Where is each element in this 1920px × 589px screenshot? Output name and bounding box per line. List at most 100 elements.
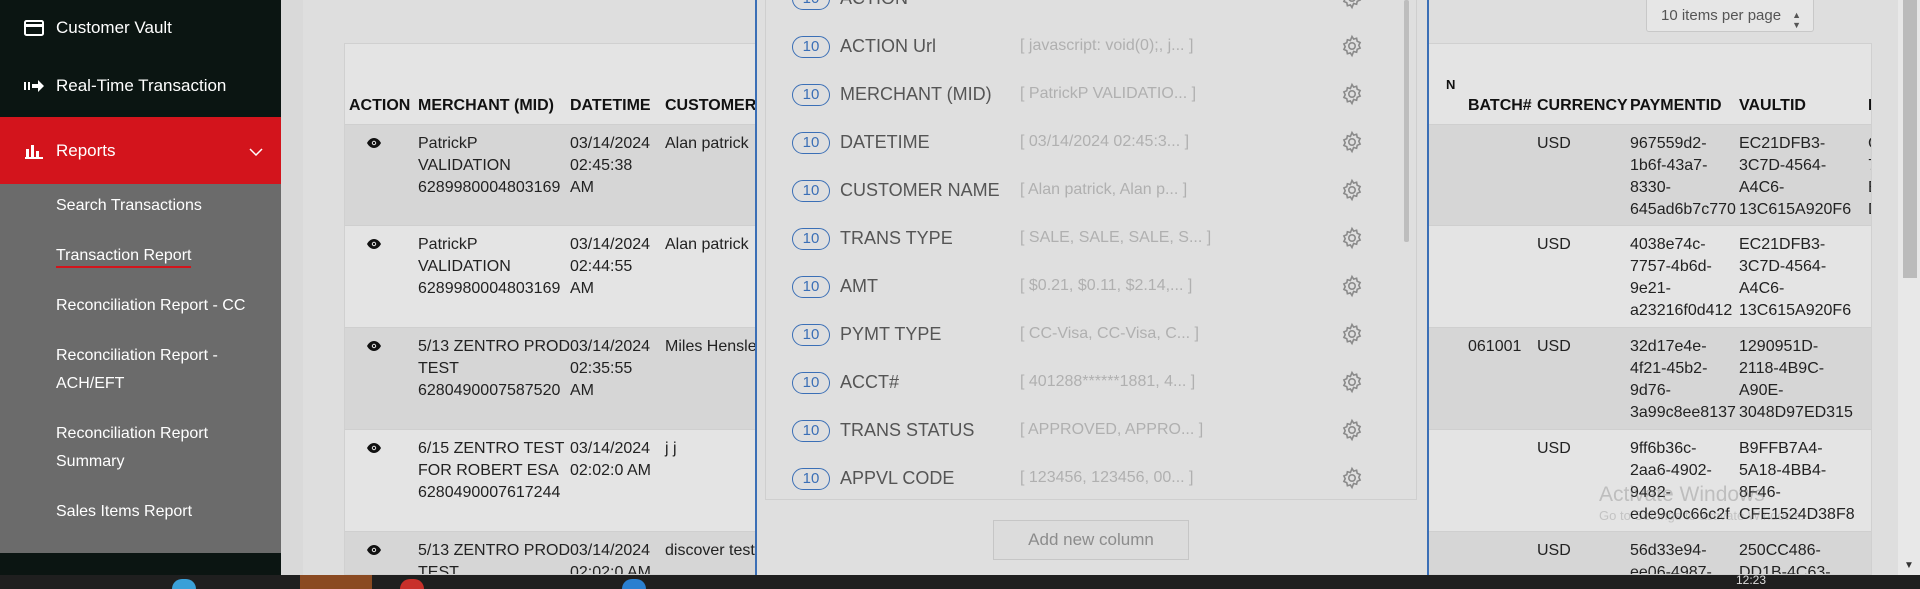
- column-name: ACTION: [840, 0, 908, 9]
- cell-customer: discover test: [665, 542, 755, 559]
- column-name: ACTION Url: [840, 36, 936, 56]
- gear-icon[interactable]: [1340, 466, 1364, 495]
- taskbar-folder-icon[interactable]: [622, 579, 646, 589]
- activate-windows-subtext: Go to Settings to activate Windows.: [1599, 508, 1805, 523]
- column-sample-values: [ $0.21, $0.11, $2.14,... ]: [1020, 277, 1193, 294]
- sub-search-transactions[interactable]: Search Transactions: [0, 192, 281, 220]
- column-count-badge: 10: [792, 468, 830, 490]
- cell-datetime: 03/14/2024 02:44:55 AM: [570, 236, 651, 297]
- view-eye-icon[interactable]: [367, 135, 381, 153]
- column-option-row[interactable]: 10 CUSTOMER NAME [ Alan patrick, Alan p...…: [766, 168, 1398, 216]
- column-count-badge: 10: [792, 36, 830, 58]
- gear-icon[interactable]: [1340, 34, 1364, 63]
- gear-icon[interactable]: [1340, 226, 1364, 255]
- taskbar-active-app[interactable]: [300, 575, 372, 589]
- sub-reconciliation-ach[interactable]: Reconciliation Report - ACH/EFT: [0, 342, 250, 398]
- sub-reconciliation-summary[interactable]: Reconciliation Report Summary: [0, 420, 230, 476]
- col-header-merchant[interactable]: MERCHANT (MID): [418, 97, 554, 115]
- column-count-badge: 10: [792, 84, 830, 106]
- gear-icon[interactable]: [1340, 418, 1364, 447]
- cell-paymentid: 32d17e4e- 4f21-45b2- 9d76- 3a99c8ee8137: [1630, 338, 1736, 421]
- nav-real-time-transaction[interactable]: Real-Time Transaction: [0, 55, 281, 117]
- select-arrows-icon: ▲ ▼: [1792, 10, 1801, 30]
- column-chooser-modal: 10 ACTION 10 ACTION Url [ javascript: void(0…: [755, 0, 1429, 578]
- scrollbar-thumb[interactable]: [1404, 0, 1409, 242]
- add-new-column-button[interactable]: Add new column: [993, 520, 1189, 560]
- taskbar-app-icon[interactable]: [172, 579, 196, 589]
- gear-icon[interactable]: [1340, 370, 1364, 399]
- nav-customer-vault[interactable]: Customer Vault: [0, 0, 281, 55]
- gear-icon[interactable]: [1340, 130, 1364, 159]
- items-per-page-select[interactable]: 10 items per page ▲ ▼: [1646, 0, 1814, 32]
- column-list: 10 ACTION 10 ACTION Url [ javascript: void(0…: [765, 0, 1417, 500]
- sub-transaction-report[interactable]: Transaction Report: [0, 242, 281, 270]
- gear-icon[interactable]: [1340, 322, 1364, 351]
- scroll-down-icon[interactable]: ▼: [1904, 560, 1914, 571]
- col-header-partial: N: [1446, 77, 1456, 92]
- bar-chart-icon: [24, 141, 44, 161]
- column-count-badge: 10: [792, 276, 830, 298]
- col-header-action[interactable]: ACTION: [349, 97, 410, 115]
- cell-datetime: 03/14/2024 02:35:55 AM: [570, 338, 651, 399]
- arrow-right-icon: [24, 76, 44, 96]
- column-name: AMT: [840, 276, 878, 296]
- column-option-row[interactable]: 10 ACTION: [766, 0, 1398, 24]
- column-option-row[interactable]: 10 TRANS STATUS [ APPROVED, APPRO... ]: [766, 408, 1398, 456]
- column-count-badge: 10: [792, 132, 830, 154]
- gear-icon[interactable]: [1340, 82, 1364, 111]
- cell-r: C7BD: [1868, 133, 1871, 221]
- page-scrollbar-thumb[interactable]: [1903, 0, 1917, 278]
- sidebar: Customer Vault Real-Time Transaction Rep…: [0, 0, 281, 575]
- column-sample-values: [ 03/14/2024 02:45:3... ]: [1020, 133, 1190, 150]
- column-option-row[interactable]: 10 TRANS TYPE [ SALE, SALE, SALE, S... ]: [766, 216, 1398, 264]
- taskbar-browser-icon[interactable]: [400, 579, 424, 589]
- column-count-badge: 10: [792, 0, 830, 10]
- gear-icon[interactable]: [1340, 0, 1364, 15]
- cell-merchant: PatrickP VALIDATION 6289980004803169: [418, 236, 561, 297]
- column-name: TRANS STATUS: [840, 420, 975, 440]
- nav-reports[interactable]: Reports: [0, 117, 281, 184]
- sub-sales-items-report[interactable]: Sales Items Report: [0, 498, 281, 526]
- col-header-datetime[interactable]: DATETIME: [570, 97, 651, 115]
- cell-paymentid: 56d33e94- ee06-4987-: [1630, 542, 1712, 575]
- column-option-row[interactable]: 10 AMT [ $0.21, $0.11, $2.14,... ]: [766, 264, 1398, 312]
- cell-currency: USD: [1537, 338, 1571, 355]
- view-eye-icon[interactable]: [367, 236, 381, 254]
- nav-reports-label: Reports: [56, 140, 116, 160]
- col-header-vaultid[interactable]: VAULTID: [1739, 97, 1806, 115]
- column-count-badge: 10: [792, 324, 830, 346]
- col-header-r[interactable]: R: [1868, 97, 1871, 115]
- cell-paymentid: 967559d2- 1b6f-43a7- 8330- 645ad6b7c770: [1630, 135, 1736, 218]
- column-name: CUSTOMER NAME: [840, 180, 1000, 200]
- column-sample-values: [ APPROVED, APPRO... ]: [1020, 421, 1204, 438]
- column-name: PYMT TYPE: [840, 324, 942, 344]
- gear-icon[interactable]: [1340, 178, 1364, 207]
- column-name: TRANS TYPE: [840, 228, 953, 248]
- column-list-scrollbar[interactable]: [1404, 0, 1410, 499]
- col-header-paymentid[interactable]: PAYMENTID: [1630, 97, 1722, 115]
- column-option-row[interactable]: 10 MERCHANT (MID) [ PatrickP VALIDATIO... …: [766, 72, 1398, 120]
- sub-reconciliation-cc[interactable]: Reconciliation Report - CC: [0, 292, 281, 320]
- page-scrollbar[interactable]: ▼: [1898, 0, 1920, 575]
- column-name: APPVL CODE: [840, 468, 955, 488]
- col-header-currency[interactable]: CURRENCY: [1537, 97, 1628, 115]
- column-option-row[interactable]: 10 ACCT# [ 401288******1881, 4... ]: [766, 360, 1398, 408]
- column-option-row[interactable]: 10 PYMT TYPE [ CC-Visa, CC-Visa, C... ]: [766, 312, 1398, 360]
- column-option-row[interactable]: 10 APPVL CODE [ 123456, 123456, 00... ]: [766, 456, 1398, 499]
- column-option-row[interactable]: 10 ACTION Url [ javascript: void(0);, j...…: [766, 24, 1398, 72]
- column-sample-values: [ PatrickP VALIDATIO... ]: [1020, 85, 1197, 102]
- cell-customer: Miles Hensley: [665, 338, 765, 355]
- cell-currency: USD: [1537, 542, 1571, 559]
- cell-currency: USD: [1537, 135, 1571, 152]
- cell-paymentid: 4038e74c- 7757-4b6d- 9e21- a23216f0d412: [1630, 236, 1733, 319]
- view-eye-icon[interactable]: [367, 338, 381, 356]
- view-eye-icon[interactable]: [367, 440, 381, 458]
- taskbar-clock: 12:23: [1736, 573, 1767, 587]
- view-eye-icon[interactable]: [367, 542, 381, 560]
- gear-icon[interactable]: [1340, 274, 1364, 303]
- column-option-row[interactable]: 10 DATETIME [ 03/14/2024 02:45:3... ]: [766, 120, 1398, 168]
- sidebar-footer: [0, 553, 281, 575]
- cell-vaultid: EC21DFB3- 3C7D-4564- A4C6- 13C615A920F6: [1739, 236, 1852, 319]
- cell-batch: 061001: [1468, 338, 1522, 355]
- col-header-batch[interactable]: BATCH#: [1468, 97, 1532, 115]
